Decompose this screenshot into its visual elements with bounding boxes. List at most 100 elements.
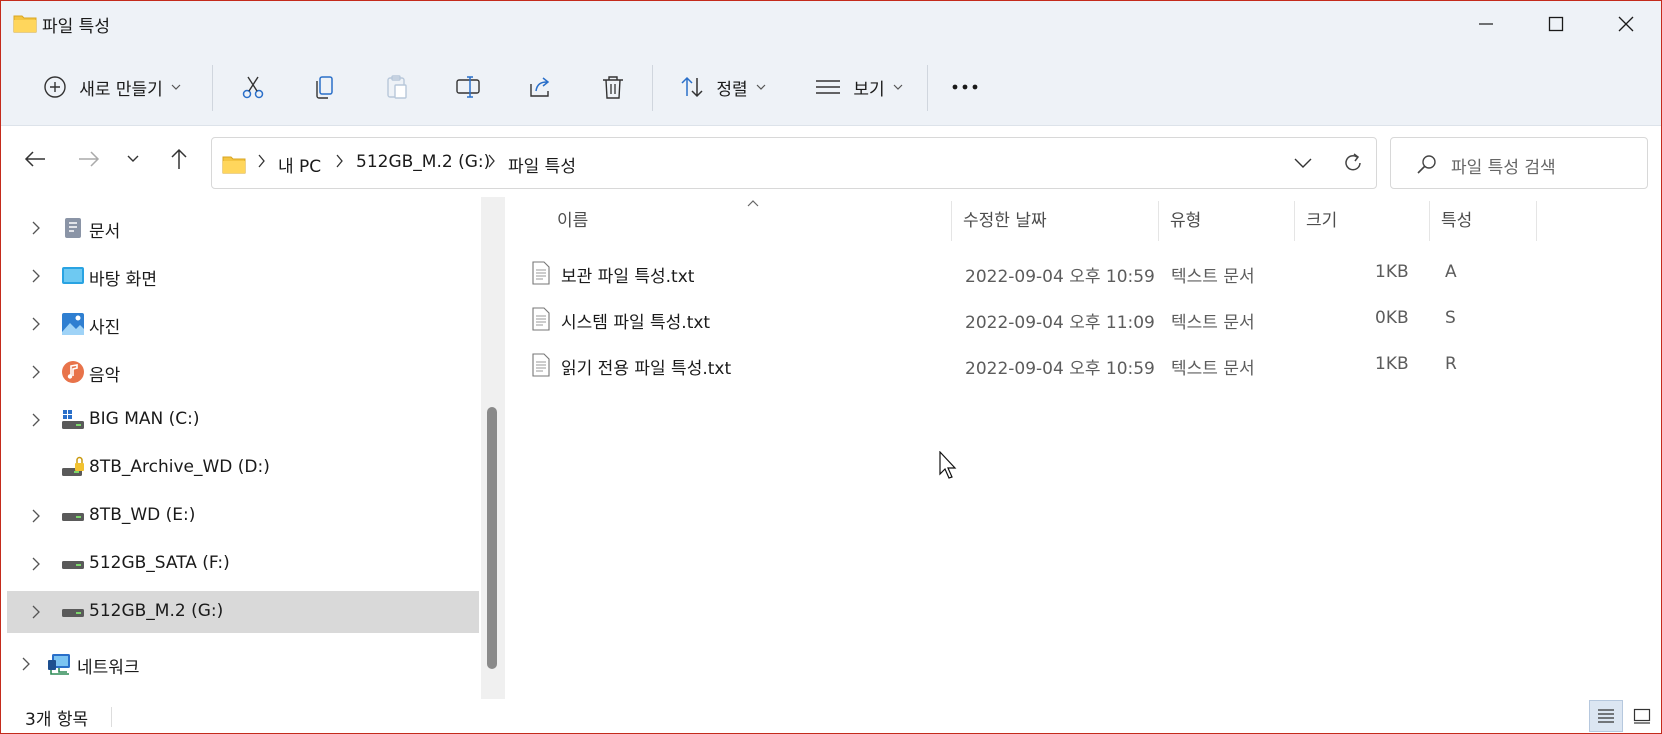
arrow-left-icon xyxy=(24,151,45,167)
up-button[interactable] xyxy=(159,139,199,179)
nav-item-desktop[interactable]: 바탕 화면 xyxy=(7,255,479,297)
file-modified: 2022-09-04 오후 10:59 xyxy=(965,359,1155,379)
maximize-button[interactable] xyxy=(1521,1,1591,47)
nav-item-drive-f[interactable]: 512GB_SATA (F:) xyxy=(7,543,479,585)
minimize-button[interactable] xyxy=(1451,1,1521,47)
toolbar-divider xyxy=(652,65,653,111)
file-row[interactable]: 읽기 전용 파일 특성.txt 2022-09-04 오후 10:59 텍스트 … xyxy=(527,343,1627,387)
chevron-down-icon xyxy=(893,84,903,90)
arrow-up-icon xyxy=(171,148,187,169)
delete-icon xyxy=(603,76,623,99)
column-divider[interactable] xyxy=(1294,201,1295,241)
folder-icon xyxy=(222,156,246,174)
column-header-attributes[interactable]: 특성 xyxy=(1431,197,1472,245)
column-divider[interactable] xyxy=(1536,201,1537,241)
file-name: 시스템 파일 특성.txt xyxy=(561,313,711,333)
sort-button[interactable]: 정렬 xyxy=(673,65,773,109)
file-name: 보관 파일 특성.txt xyxy=(561,267,695,287)
chevron-right-icon[interactable] xyxy=(31,316,41,332)
nav-item-drive-c[interactable]: BIG MAN (C:) xyxy=(7,399,479,441)
desktop-icon xyxy=(62,267,84,284)
column-header-type[interactable]: 유형 xyxy=(1160,197,1201,245)
search-box[interactable]: 파일 특성 검색 xyxy=(1390,137,1648,189)
rename-button[interactable] xyxy=(449,65,489,109)
paste-icon xyxy=(387,75,407,99)
column-header-modified[interactable]: 수정한 날짜 xyxy=(953,197,1047,245)
window-title: 파일 특성 xyxy=(42,17,110,37)
new-button[interactable]: 새로 만들기 xyxy=(27,65,197,109)
system-drive-icon xyxy=(62,410,84,429)
chevron-right-icon xyxy=(488,154,495,168)
chevron-right-icon[interactable] xyxy=(31,508,41,524)
nav-item-drive-d[interactable]: 8TB_Archive_WD (D:) xyxy=(7,447,479,489)
view-label: 보기 xyxy=(853,79,885,100)
address-row: 내 PC 512GB_M.2 (G:) 파일 특성 파일 특성 검색 xyxy=(1,127,1661,197)
large-icons-view-button[interactable] xyxy=(1625,700,1659,732)
drive-icon xyxy=(62,609,84,617)
column-divider[interactable] xyxy=(1158,201,1159,241)
large-icons-view-icon xyxy=(1633,708,1651,724)
minimize-icon xyxy=(1479,23,1493,25)
column-header-size[interactable]: 크기 xyxy=(1296,197,1337,245)
refresh-icon[interactable] xyxy=(1342,152,1364,174)
column-header-name[interactable]: 이름 xyxy=(547,197,588,245)
chevron-right-icon[interactable] xyxy=(21,656,31,672)
file-row[interactable]: 시스템 파일 특성.txt 2022-09-04 오후 11:09 텍스트 문서… xyxy=(527,297,1627,341)
text-file-icon xyxy=(532,261,550,285)
recent-locations-button[interactable] xyxy=(113,139,153,179)
back-button[interactable] xyxy=(15,139,55,179)
nav-label: 512GB_M.2 (G:) xyxy=(89,601,224,621)
file-row[interactable]: 보관 파일 특성.txt 2022-09-04 오후 10:59 텍스트 문서 … xyxy=(527,251,1627,295)
more-button[interactable] xyxy=(945,65,985,109)
search-icon xyxy=(1417,155,1436,174)
file-size: 1KB xyxy=(1375,354,1409,374)
share-icon xyxy=(530,77,550,97)
chevron-right-icon[interactable] xyxy=(31,220,41,236)
chevron-down-icon xyxy=(171,84,181,90)
share-button[interactable] xyxy=(521,65,561,109)
chevron-right-icon[interactable] xyxy=(31,268,41,284)
breadcrumb-folder[interactable]: 파일 특성 xyxy=(508,152,576,177)
nav-scrollbar[interactable] xyxy=(481,197,505,699)
forward-button[interactable] xyxy=(69,139,109,179)
chevron-right-icon[interactable] xyxy=(31,556,41,572)
chevron-right-icon xyxy=(258,154,265,168)
address-bar[interactable]: 내 PC 512GB_M.2 (G:) 파일 특성 xyxy=(211,137,1377,189)
file-explorer-window: 파일 특성 새로 만들기 정렬 보기 내 PC 512GB_M.2 (G:) 파… xyxy=(0,0,1662,734)
file-attributes: A xyxy=(1445,262,1457,282)
text-file-icon xyxy=(532,353,550,377)
breadcrumb-this-pc[interactable]: 내 PC xyxy=(278,152,321,177)
delete-button[interactable] xyxy=(593,65,633,109)
column-divider[interactable] xyxy=(951,201,952,241)
nav-item-documents[interactable]: 문서 xyxy=(7,207,479,249)
maximize-icon xyxy=(1548,16,1564,32)
paste-button[interactable] xyxy=(377,65,417,109)
file-name: 읽기 전용 파일 특성.txt xyxy=(561,359,732,379)
chevron-right-icon[interactable] xyxy=(31,412,41,428)
locked-drive-icon xyxy=(62,456,84,476)
nav-item-pictures[interactable]: 사진 xyxy=(7,303,479,345)
text-file-icon xyxy=(532,307,550,331)
drive-icon xyxy=(62,561,84,569)
address-dropdown-icon[interactable] xyxy=(1294,158,1312,168)
sort-ascending-icon xyxy=(747,200,759,207)
chevron-right-icon[interactable] xyxy=(31,604,41,620)
chevron-right-icon[interactable] xyxy=(31,364,41,380)
nav-item-music[interactable]: 음악 xyxy=(7,351,479,393)
nav-scrollbar-thumb[interactable] xyxy=(487,407,497,669)
breadcrumb-drive[interactable]: 512GB_M.2 (G:) xyxy=(356,152,490,172)
nav-item-drive-e[interactable]: 8TB_WD (E:) xyxy=(7,495,479,537)
cut-button[interactable] xyxy=(233,65,273,109)
rename-icon xyxy=(456,76,480,98)
nav-item-network[interactable]: 네트워크 xyxy=(7,643,479,685)
details-view-button[interactable] xyxy=(1589,700,1623,732)
view-button[interactable]: 보기 xyxy=(809,65,909,109)
new-label: 새로 만들기 xyxy=(79,79,163,100)
copy-icon xyxy=(316,76,333,99)
close-icon xyxy=(1618,16,1634,32)
close-button[interactable] xyxy=(1591,1,1661,47)
file-attributes: S xyxy=(1445,308,1456,328)
copy-button[interactable] xyxy=(305,65,345,109)
nav-item-drive-g[interactable]: 512GB_M.2 (G:) xyxy=(7,591,479,633)
column-divider[interactable] xyxy=(1429,201,1430,241)
